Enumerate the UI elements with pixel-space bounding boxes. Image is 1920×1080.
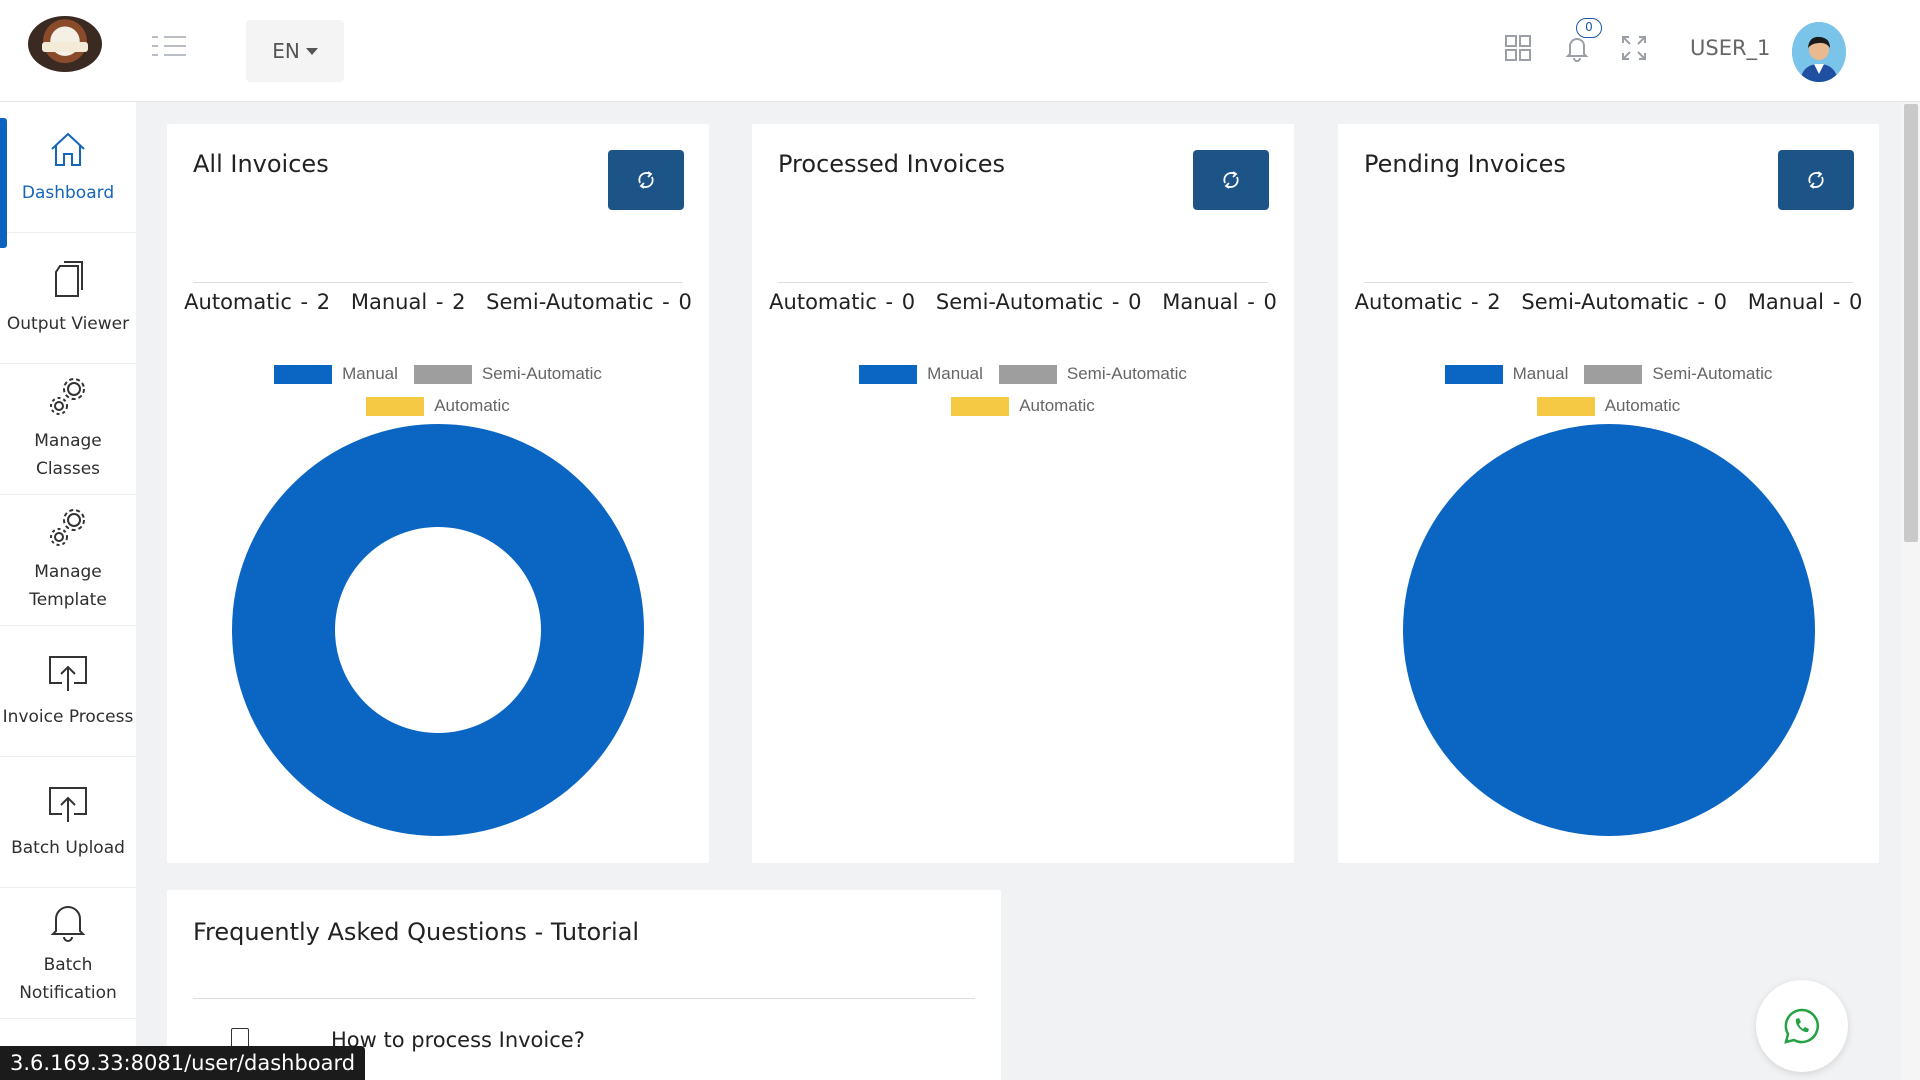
refresh-icon bbox=[638, 171, 654, 189]
count-semi-automatic: Semi-Automatic - 0 bbox=[935, 290, 1142, 314]
bell-icon[interactable] bbox=[1563, 34, 1591, 62]
pending-invoices-card: Pending Invoices Automatic - 2 Semi-Auto… bbox=[1338, 124, 1879, 863]
pie-slice-manual[interactable] bbox=[1403, 424, 1815, 836]
legend-item-semi-automatic[interactable]: Semi-Automatic bbox=[998, 364, 1187, 384]
invoice-counts: Automatic - 0 Semi-Automatic - 0 Manual … bbox=[752, 290, 1294, 314]
legend-label: Semi-Automatic bbox=[481, 364, 602, 383]
legend-label: Manual bbox=[342, 364, 398, 383]
all-invoices-chart[interactable] bbox=[232, 424, 644, 836]
refresh-button[interactable] bbox=[608, 150, 684, 210]
divider bbox=[193, 282, 683, 283]
count-semi-automatic: Semi-Automatic - 0 bbox=[1521, 290, 1728, 314]
count-semi-automatic: Semi-Automatic - 0 bbox=[486, 290, 692, 314]
legend-item-manual[interactable]: Manual bbox=[859, 364, 983, 384]
legend-item-manual[interactable]: Manual bbox=[274, 364, 398, 384]
sidebar-item-batch-upload[interactable]: Batch Upload bbox=[0, 757, 136, 888]
legend-item-automatic[interactable]: Automatic bbox=[1536, 396, 1681, 416]
pie-slice-manual[interactable] bbox=[232, 424, 644, 836]
legend-label: Automatic bbox=[1604, 396, 1681, 415]
legend-item-semi-automatic[interactable]: Semi-Automatic bbox=[413, 364, 602, 384]
chart-legend: Manual Semi-Automatic Automatic bbox=[1338, 358, 1879, 422]
document-icon bbox=[55, 261, 83, 297]
faq-item[interactable]: How to process Invoice? bbox=[331, 1028, 585, 1052]
invoice-counts: Automatic - 2 Manual - 2 Semi-Automatic … bbox=[167, 290, 709, 314]
legend-label: Semi-Automatic bbox=[1066, 364, 1187, 383]
sidebar-item-label: Output Viewer bbox=[6, 314, 130, 334]
all-invoices-card: All Invoices Automatic - 2 Manual - 2 Se… bbox=[167, 124, 709, 863]
sidebar-item-manage-template[interactable]: Manage Template bbox=[0, 495, 136, 626]
divider bbox=[1364, 282, 1853, 283]
home-icon bbox=[51, 132, 85, 166]
card-title: Pending Invoices bbox=[1364, 150, 1566, 178]
divider bbox=[193, 998, 975, 999]
sidebar-item-invoice-process[interactable]: Invoice Process bbox=[0, 626, 136, 757]
invoice-counts: Automatic - 2 Semi-Automatic - 0 Manual … bbox=[1338, 290, 1879, 314]
whatsapp-chat-button[interactable] bbox=[1756, 980, 1848, 1072]
sidebar-item-label: Batch Notification bbox=[19, 955, 117, 1003]
count-automatic: Automatic - 2 bbox=[1354, 290, 1501, 314]
bell-icon bbox=[50, 906, 86, 942]
sidebar-item-label: Manage Classes bbox=[34, 431, 102, 479]
menu-toggle-icon[interactable] bbox=[152, 36, 186, 58]
legend-item-semi-automatic[interactable]: Semi-Automatic bbox=[1584, 364, 1772, 384]
sidebar-item-dashboard[interactable]: Dashboard bbox=[0, 102, 136, 248]
count-manual: Manual - 0 bbox=[1747, 290, 1863, 314]
top-header: EN 0 USER_1 bbox=[0, 0, 1920, 102]
app-logo[interactable] bbox=[28, 16, 102, 72]
processed-invoices-chart[interactable] bbox=[817, 424, 1229, 836]
legend-label: Automatic bbox=[434, 396, 510, 415]
count-automatic: Automatic - 0 bbox=[769, 290, 916, 314]
legend-label: Manual bbox=[1512, 364, 1569, 383]
sidebar-item-manage-classes[interactable]: Manage Classes bbox=[0, 364, 136, 495]
count-manual: Manual - 0 bbox=[1162, 290, 1277, 314]
sidebar-item-label: Manage Template bbox=[29, 562, 107, 610]
sidebar-item-batch-notification[interactable]: Batch Notification bbox=[0, 888, 136, 1019]
legend-label: Semi-Automatic bbox=[1652, 364, 1773, 383]
language-label: EN bbox=[272, 39, 300, 63]
divider bbox=[778, 282, 1268, 283]
legend-item-automatic[interactable]: Automatic bbox=[951, 396, 1095, 416]
count-automatic: Automatic - 2 bbox=[184, 290, 331, 314]
refresh-icon bbox=[1808, 171, 1824, 189]
gears-icon bbox=[50, 378, 85, 415]
faq-title: Frequently Asked Questions - Tutorial bbox=[193, 918, 640, 946]
chart-legend: Manual Semi-Automatic Automatic bbox=[167, 358, 709, 422]
legend-label: Automatic bbox=[1019, 396, 1095, 415]
refresh-button[interactable] bbox=[1778, 150, 1854, 210]
legend-label: Manual bbox=[927, 364, 983, 383]
chart-legend: Manual Semi-Automatic Automatic bbox=[752, 358, 1294, 422]
sidebar-item-label: Batch Upload bbox=[11, 838, 125, 858]
card-title: Processed Invoices bbox=[778, 150, 1005, 178]
scrollbar-thumb[interactable] bbox=[1904, 104, 1918, 542]
notification-badge: 0 bbox=[1576, 18, 1602, 38]
apps-grid-icon[interactable] bbox=[1504, 34, 1532, 62]
sidebar-item-label: Invoice Process bbox=[2, 707, 134, 727]
gears-icon bbox=[50, 509, 85, 546]
whatsapp-icon bbox=[1784, 1008, 1819, 1044]
chevron-down-icon bbox=[305, 47, 318, 55]
count-manual: Manual - 2 bbox=[350, 290, 466, 314]
upload-monitor-icon bbox=[49, 656, 87, 691]
card-title: All Invoices bbox=[193, 150, 329, 178]
sidebar-item-output-viewer[interactable]: Output Viewer bbox=[0, 233, 136, 364]
user-avatar[interactable] bbox=[1792, 22, 1846, 82]
sidebar-item-label: Dashboard bbox=[21, 183, 115, 203]
sidebar: Dashboard Output Viewer Manage Classes M… bbox=[0, 102, 136, 1080]
refresh-icon bbox=[1223, 171, 1239, 189]
username-label[interactable]: USER_1 bbox=[1690, 36, 1770, 60]
processed-invoices-card: Processed Invoices Automatic - 0 Semi-Au… bbox=[752, 124, 1294, 863]
refresh-button[interactable] bbox=[1193, 150, 1269, 210]
upload-monitor-icon bbox=[49, 787, 87, 822]
fullscreen-icon[interactable] bbox=[1620, 34, 1648, 62]
legend-item-manual[interactable]: Manual bbox=[1444, 364, 1569, 384]
status-url: 3.6.169.33:8081/user/dashboard bbox=[0, 1046, 366, 1080]
legend-item-automatic[interactable]: Automatic bbox=[366, 396, 510, 416]
language-selector[interactable]: EN bbox=[246, 20, 344, 82]
pending-invoices-chart[interactable] bbox=[1403, 424, 1815, 836]
